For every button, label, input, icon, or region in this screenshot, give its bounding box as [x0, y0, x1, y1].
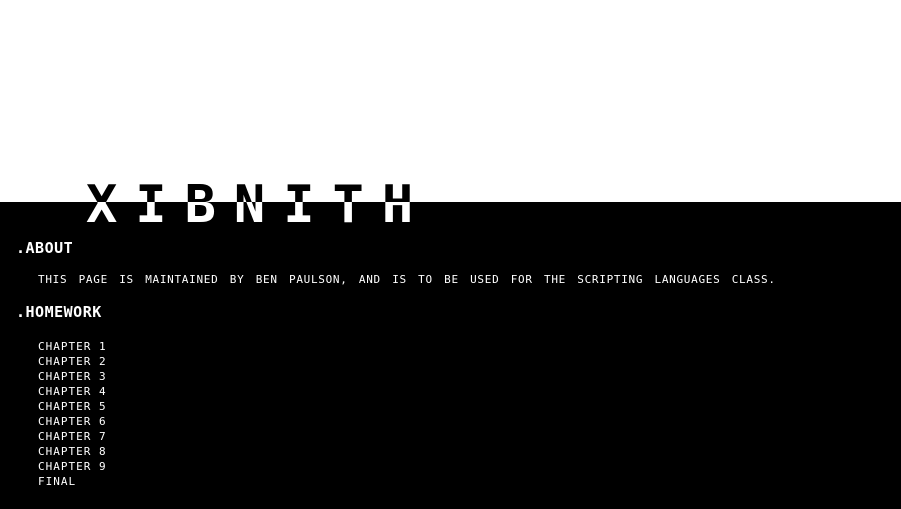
list-item: CHAPTER 9: [38, 457, 107, 473]
list-item: CHAPTER 6: [38, 412, 107, 428]
list-item: CHAPTER 2: [38, 352, 107, 368]
list-item: CHAPTER 5: [38, 397, 107, 413]
homework-list: CHAPTER 1 CHAPTER 2 CHAPTER 3 CHAPTER 4 …: [38, 337, 107, 488]
homework-link-final[interactable]: FINAL: [38, 475, 76, 488]
about-heading: .ABOUT: [16, 239, 74, 257]
about-text: THIS PAGE IS MAINTAINED BY BEN PAULSON, …: [38, 273, 776, 286]
list-item: CHAPTER 8: [38, 442, 107, 458]
site-logo: XIBNITH XIBNITH: [86, 178, 413, 224]
list-item: FINAL: [38, 472, 107, 488]
list-item: CHAPTER 4: [38, 382, 107, 398]
list-item: CHAPTER 1: [38, 337, 107, 353]
header-band: [0, 0, 901, 202]
homework-heading: .HOMEWORK: [16, 303, 102, 321]
list-item: CHAPTER 3: [38, 367, 107, 383]
list-item: CHAPTER 7: [38, 427, 107, 443]
